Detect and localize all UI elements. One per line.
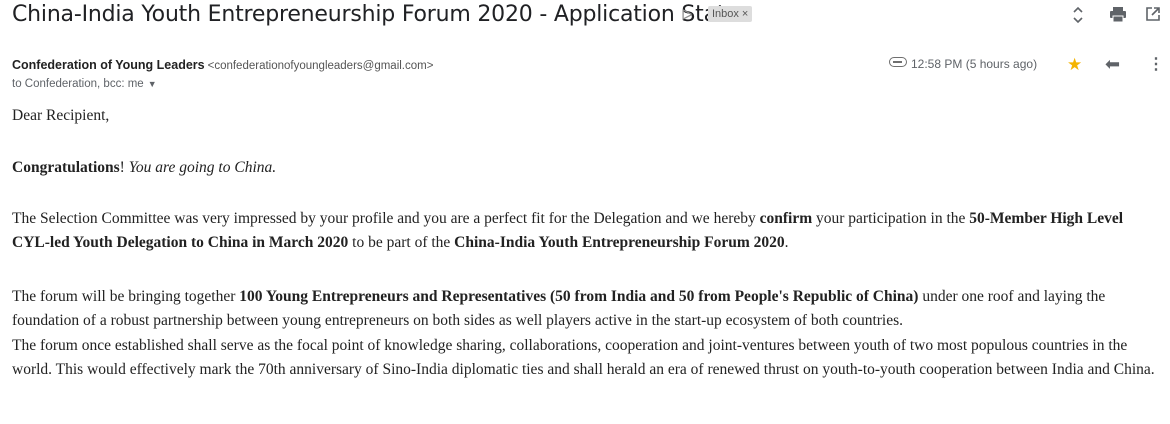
congratulations-bold: Congratulations: [12, 159, 120, 176]
sender-line: Confederation of Young Leaders <confedera…: [12, 58, 433, 72]
show-details-caret-icon[interactable]: ▼: [148, 79, 157, 89]
reply-icon[interactable]: ⬅: [1105, 54, 1120, 75]
forum-paragraph: The forum will be bringing together 100 …: [12, 285, 1162, 333]
inbox-label-text: Inbox: [712, 8, 739, 20]
open-in-new-window-icon[interactable]: [1145, 6, 1161, 22]
timestamp-line: 12:58 PM (5 hours ago): [889, 57, 1037, 71]
inbox-label-badge[interactable]: Inbox ×: [708, 6, 753, 22]
greeting-text: Dear Recipient,: [12, 107, 110, 124]
recipients-line: to Confederation, bcc: me ▼: [12, 78, 157, 90]
p1-confirm: confirm: [759, 210, 813, 227]
importance-marker-icon[interactable]: ᐅ: [681, 6, 693, 24]
expand-collapse-icon[interactable]: [1072, 6, 1084, 24]
sender-email: <confederationofyoungleaders@gmail.com>: [207, 60, 434, 72]
confirmation-paragraph: The Selection Committee was very impress…: [12, 207, 1162, 255]
label-icon[interactable]: [889, 57, 907, 67]
print-icon[interactable]: [1109, 6, 1127, 23]
recipients-text: to Confederation, bcc: me: [12, 78, 144, 90]
p1-forum-name: China-India Youth Entrepreneurship Forum…: [454, 234, 785, 251]
p3-text: The forum once established shall serve a…: [12, 337, 1155, 378]
congratulations-paragraph: Congratulations! You are going to China.: [12, 156, 1162, 180]
p2-participants: 100 Young Entrepreneurs and Representati…: [239, 288, 919, 305]
p1-part-c: your participation in the: [812, 210, 970, 227]
congratulations-italic: You are going to China.: [128, 159, 277, 176]
more-vertical-icon[interactable]: ⋮: [1148, 54, 1164, 74]
focal-point-paragraph: The forum once established shall serve a…: [12, 334, 1162, 382]
p1-part-g: .: [784, 234, 789, 251]
greeting-paragraph: Dear Recipient,: [12, 104, 1162, 128]
p1-part-e: to be part of the: [348, 234, 455, 251]
p1-part-a: The Selection Committee was very impress…: [12, 210, 760, 227]
congratulations-punct: !: [119, 159, 129, 176]
sender-name[interactable]: Confederation of Young Leaders: [12, 58, 205, 72]
star-icon[interactable]: ★: [1067, 55, 1082, 75]
p2-part-a: The forum will be bringing together: [12, 288, 240, 305]
email-subject: China-India Youth Entrepreneurship Forum…: [12, 2, 751, 27]
email-time: 12:58 PM (5 hours ago): [911, 57, 1038, 71]
remove-label-icon[interactable]: ×: [742, 8, 748, 20]
